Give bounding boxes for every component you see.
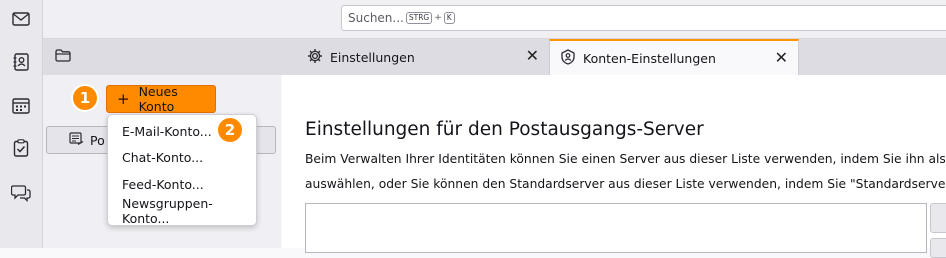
menu-item-label: Feed-Konto... bbox=[122, 176, 204, 192]
description-line-2: auswählen, oder Sie können den Standards… bbox=[305, 177, 945, 191]
step-badge-1: 1 bbox=[73, 86, 97, 110]
add-server-button[interactable] bbox=[930, 203, 946, 233]
menu-item-feed-account[interactable]: Feed-Konto... bbox=[108, 171, 256, 198]
tab-label: Einstellungen bbox=[330, 49, 415, 65]
tab-label: Konten-Einstellungen bbox=[583, 50, 716, 66]
shortcut-key-strg: STRG bbox=[405, 12, 433, 24]
menu-item-label: Chat-Konto... bbox=[122, 150, 204, 166]
chat-icon[interactable] bbox=[11, 183, 31, 203]
menu-item-newsgroup-account[interactable]: Newsgruppen-Konto... bbox=[108, 195, 256, 226]
new-account-button[interactable]: + Neues Konto bbox=[106, 84, 216, 114]
mail-icon[interactable] bbox=[11, 9, 31, 29]
search-input[interactable]: Suchen... STRG + K bbox=[341, 5, 946, 31]
gear-icon bbox=[307, 48, 323, 67]
tab-einstellungen[interactable]: Einstellungen ✕ bbox=[297, 39, 549, 75]
smtp-server-list[interactable] bbox=[305, 203, 927, 253]
edit-server-button[interactable] bbox=[930, 238, 946, 258]
calendar-icon[interactable] bbox=[11, 95, 31, 115]
unified-toolbar: Suchen... STRG + K bbox=[43, 0, 946, 39]
plus-icon: + bbox=[117, 90, 130, 108]
description-line-1: Beim Verwalten Ihrer Identitäten können … bbox=[305, 152, 945, 166]
address-book-icon[interactable] bbox=[11, 52, 31, 72]
menu-item-label: Newsgruppen-Konto... bbox=[122, 195, 213, 226]
outgoing-server-icon bbox=[69, 131, 84, 149]
menu-item-chat-account[interactable]: Chat-Konto... bbox=[108, 145, 256, 172]
tab-konten-einstellungen[interactable]: Konten-Einstellungen ✕ bbox=[549, 39, 799, 75]
search-placeholder: Suchen... bbox=[348, 11, 404, 25]
step-badge-2: 2 bbox=[218, 118, 242, 142]
shortcut-separator: + bbox=[434, 13, 442, 23]
close-icon[interactable]: ✕ bbox=[526, 48, 539, 64]
new-account-label: Neues Konto bbox=[138, 84, 178, 114]
menu-item-label: E-Mail-Konto... bbox=[122, 123, 212, 139]
account-icon bbox=[560, 48, 576, 68]
close-icon[interactable]: ✕ bbox=[775, 50, 788, 66]
tab-mail-folder[interactable] bbox=[43, 39, 297, 75]
shortcut-key-k: K bbox=[443, 12, 455, 24]
outgoing-server-label: Po bbox=[90, 132, 105, 148]
spaces-toolbar bbox=[0, 0, 43, 248]
page-title: Einstellungen für den Postausgangs-Serve… bbox=[305, 119, 704, 140]
tab-bar: Einstellungen ✕ Konten-Einstellungen ✕ bbox=[43, 39, 946, 75]
folder-icon bbox=[55, 49, 71, 65]
tasks-icon[interactable] bbox=[11, 138, 31, 158]
